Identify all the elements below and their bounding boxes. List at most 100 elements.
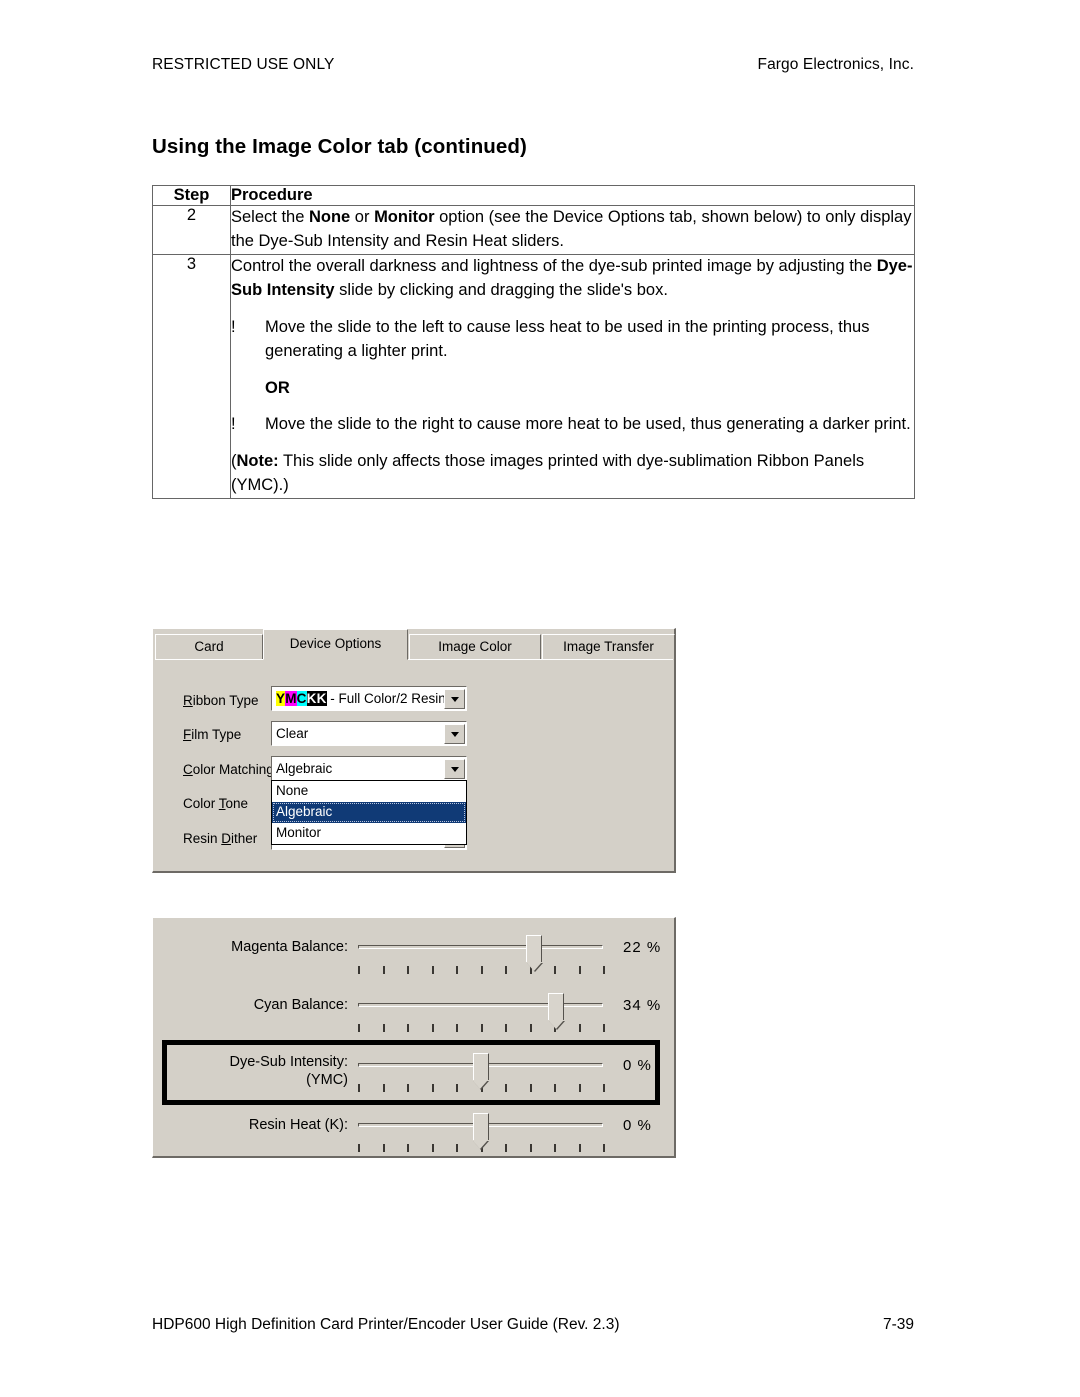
step-number: 3 — [152, 253, 231, 500]
tab-strip-divider — [155, 659, 673, 660]
slider-tick — [456, 1084, 458, 1092]
color-matching-combobox[interactable]: Algebraic — [271, 756, 467, 781]
magenta-balance-value: 22 % — [623, 939, 662, 956]
tab-image-transfer-label: Image Transfer — [563, 639, 654, 654]
dropdown-option-algebraic[interactable]: Algebraic — [272, 802, 466, 823]
slider-tick — [431, 1084, 434, 1092]
color-tone-label-row: Color Tone — [183, 790, 248, 816]
slider-tick — [456, 1024, 458, 1032]
slider-tick — [358, 1084, 360, 1092]
note-body: This slide only affects those images pri… — [231, 452, 865, 495]
slider-tick — [603, 1144, 605, 1152]
dye-sub-intensity-label: Dye-Sub Intensity: (YMC) — [173, 1054, 348, 1088]
note-block: (Note: This slide only affects those ima… — [231, 450, 914, 498]
slider-tick — [554, 1084, 556, 1092]
chevron-down-icon[interactable] — [444, 723, 465, 744]
ribbon-type-label: Ribbon Type — [183, 692, 259, 708]
slider-tick — [382, 1144, 385, 1152]
slider-track[interactable] — [358, 945, 603, 949]
cyan-balance-label: Cyan Balance: — [253, 997, 348, 1013]
film-type-label-row: Film Type — [183, 721, 241, 747]
slider-tick — [407, 966, 409, 974]
slider-tick — [480, 1024, 483, 1032]
bullet-marker: ! — [231, 415, 236, 434]
slider-tick — [578, 966, 581, 974]
footer-document-title: HDP600 High Definition Card Printer/Enco… — [152, 1316, 620, 1333]
resin-heat-label: Resin Heat (K): — [248, 1117, 348, 1133]
film-type-label: Film Type — [183, 726, 242, 742]
table-row: 3 Control the overall darkness and light… — [152, 253, 915, 500]
slider-tick — [603, 966, 605, 974]
slider-tick — [382, 1024, 385, 1032]
ribbon-type-combobox[interactable]: YMCKK - Full Color/2 Resin Black — [271, 686, 467, 711]
slider-tick — [505, 966, 507, 974]
tab-strip: Card Device Options Image Color Image Tr… — [153, 629, 675, 660]
ribbon-type-value: YMCKK - Full Color/2 Resin Black — [272, 689, 444, 709]
or-separator-label: OR — [265, 378, 290, 397]
dye-sub-intensity-slider[interactable] — [358, 1052, 605, 1092]
image-color-sliders-dialog: Magenta Balance: 22 % Cyan Balance: 34 %… — [152, 917, 676, 1158]
slider-thumb[interactable] — [526, 935, 543, 962]
slider-tick — [382, 966, 385, 974]
slider-tick — [529, 1024, 532, 1032]
slider-thumb[interactable] — [472, 1053, 489, 1080]
cyan-balance-value: 34 % — [623, 997, 662, 1014]
footer-page-number: 7-39 — [882, 1316, 914, 1333]
note-label: Note: — [236, 452, 279, 471]
magenta-balance-slider[interactable] — [358, 934, 605, 974]
slider-tick — [431, 1024, 434, 1032]
slider-thumb[interactable] — [548, 993, 565, 1020]
step3-lead-b: slide by clicking and dragging the slide… — [334, 280, 668, 299]
slider-tick — [603, 1084, 605, 1092]
bullet-item: ! Move the slide to the right to cause m… — [231, 413, 914, 437]
color-tone-label: Color Tone — [183, 795, 249, 811]
slider-tick — [578, 1024, 581, 1032]
tab-device-options-label: Device Options — [289, 636, 382, 651]
tab-image-transfer[interactable]: Image Transfer — [542, 634, 675, 659]
slider-tick — [505, 1024, 507, 1032]
ribbon-type-description: - Full Color/2 Resin Black — [330, 690, 444, 706]
header-company-name: Fargo Electronics, Inc. — [757, 56, 914, 73]
resin-heat-slider[interactable] — [358, 1112, 605, 1152]
slider-track[interactable] — [358, 1003, 603, 1007]
slider-tick — [456, 966, 458, 974]
step2-lead-b: or — [350, 208, 375, 226]
slider-row-cyan-balance: Cyan Balance: 34 % — [153, 986, 674, 1042]
tab-card[interactable]: Card — [155, 634, 263, 659]
color-matching-label-row: Color Matching — [183, 756, 274, 782]
tab-image-color[interactable]: Image Color — [409, 634, 541, 659]
dropdown-option-monitor[interactable]: Monitor — [272, 823, 466, 844]
film-type-value: Clear — [276, 725, 309, 741]
slider-tick — [578, 1144, 581, 1152]
slider-tick — [358, 1144, 360, 1152]
slider-tick — [407, 1084, 409, 1092]
ink-black-badge: KK — [306, 690, 327, 706]
slider-thumb[interactable] — [472, 1113, 489, 1140]
slider-tick — [578, 1084, 581, 1092]
slider-tick — [358, 966, 360, 974]
table-row: 2 Select the None or Monitor option (see… — [152, 205, 915, 255]
column-header-step: Step — [152, 185, 231, 206]
resin-heat-value: 0 % — [623, 1117, 652, 1134]
color-matching-value: Algebraic — [276, 760, 333, 776]
procedure-text: Select the None or Monitor option (see t… — [230, 205, 915, 255]
bullet-item: ! Move the slide to the left to cause le… — [231, 316, 914, 364]
tab-image-color-label: Image Color — [438, 639, 512, 654]
ribbon-type-label-row: Ribbon Type — [183, 687, 259, 713]
dropdown-option-none[interactable]: None — [272, 781, 466, 802]
chevron-down-icon[interactable] — [444, 758, 465, 779]
chevron-down-icon[interactable] — [444, 688, 465, 709]
slider-tick — [431, 966, 434, 974]
step2-bold-monitor: Monitor — [374, 208, 435, 226]
step-number: 2 — [152, 205, 231, 255]
slider-tick — [431, 1144, 434, 1152]
ink-cyan-badge: C — [296, 690, 307, 706]
color-matching-dropdown-list[interactable]: None Algebraic Monitor — [271, 780, 467, 845]
dye-sub-intensity-sublabel: (YMC) — [306, 1072, 348, 1088]
cyan-balance-slider[interactable] — [358, 992, 605, 1032]
step2-bold-none: None — [308, 208, 351, 226]
film-type-combobox[interactable]: Clear — [271, 721, 467, 746]
procedure-text: Control the overall darkness and lightne… — [230, 253, 915, 500]
step3-lead-a: Control the overall darkness and lightne… — [231, 256, 877, 275]
tab-device-options[interactable]: Device Options — [263, 629, 408, 660]
